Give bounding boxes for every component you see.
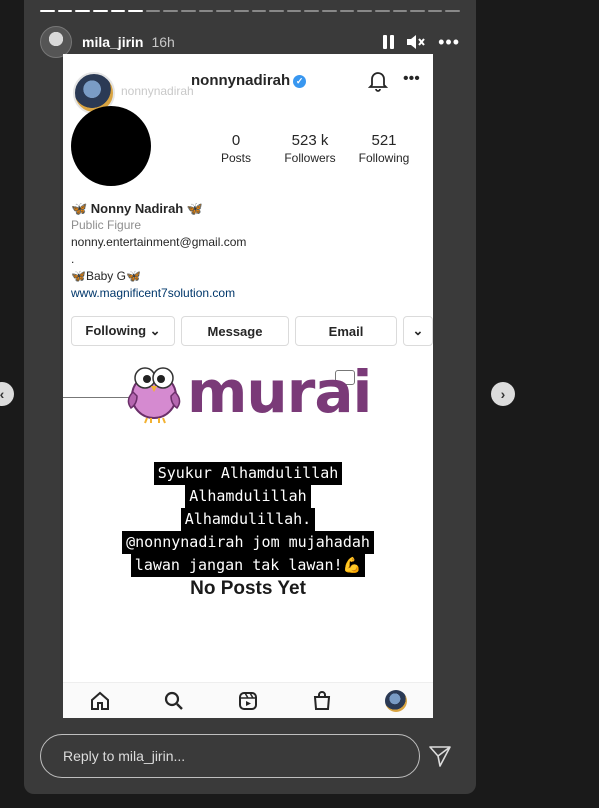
progress-segment (374, 10, 390, 12)
story-caption: Syukur Alhamdulillah Alhamdulillah Alham… (63, 462, 433, 577)
caption-line: Alhamdulillah (185, 485, 311, 508)
profile-stats: 0 Posts 523 k Followers 521 Following (199, 132, 421, 165)
profile-bio: 🦋 Nonny Nadirah 🦋 Public Figure nonny.en… (71, 200, 411, 302)
murai-logo: murai (125, 358, 372, 426)
profile-actions: Following ⌄ Message Email ⌄ (71, 316, 433, 346)
home-icon (91, 691, 109, 710)
bell-icon (368, 72, 388, 92)
no-posts-text: No Posts Yet (190, 578, 306, 599)
progress-segment (322, 10, 337, 12)
dropdown-button: ⌄ (403, 316, 433, 346)
reply-bar (40, 734, 420, 778)
bio-baby: 🦋Baby G🦋 (71, 269, 141, 283)
progress-segment (233, 10, 249, 12)
stat-following: 521 Following (358, 132, 410, 165)
ig-profile-name: nonnynadirah ✓ (191, 72, 307, 89)
mute-icon[interactable] (406, 33, 426, 51)
caption-line: @nonnynadirah jom mujahadah (122, 531, 374, 554)
progress-segment (357, 10, 372, 12)
shared-profile-screenshot: nonnynadirah nonnynadirah ✓ ••• 0 Posts 52… (63, 54, 433, 718)
progress-segment (75, 10, 90, 12)
profile-nav-avatar (385, 689, 407, 712)
profile-picture (71, 106, 151, 186)
progress-segment (251, 10, 267, 12)
bio-display-name: 🦋 Nonny Nadirah 🦋 (71, 201, 204, 216)
pause-icon[interactable] (383, 35, 395, 49)
story-viewer: mila_jirin 16h ••• nonnynadirah nonnynad… (24, 0, 476, 794)
progress-segment (128, 10, 143, 12)
progress-segment (427, 10, 443, 12)
shop-icon (313, 690, 331, 710)
progress-segment (57, 10, 73, 12)
progress-segment (410, 10, 425, 12)
reply-input[interactable] (63, 748, 419, 764)
previous-story-arrow[interactable]: ‹ (0, 382, 14, 406)
progress-segment (110, 10, 126, 12)
reels-icon (239, 691, 257, 710)
progress-segment (445, 10, 460, 12)
progress-segment (216, 10, 231, 12)
bio-category: Public Figure (71, 218, 142, 232)
ig-more-icon: ••• (403, 70, 420, 87)
caption-line: Alhamdulillah. (180, 508, 316, 531)
bio-link: www.magnificent7solution.com (71, 286, 236, 300)
stat-followers: 523 k Followers (284, 132, 336, 165)
ig-bottom-nav (63, 682, 433, 718)
progress-segment (198, 10, 214, 12)
progress-segment (163, 10, 178, 12)
progress-segment (392, 10, 408, 12)
stat-posts: 0 Posts (220, 132, 251, 165)
progress-segment (40, 10, 55, 12)
progress-segment (145, 10, 161, 12)
page: ‹ › mila_jirin 16h ••• nonnynadirah nonn… (0, 0, 599, 808)
email-button: Email (295, 316, 397, 346)
progress-segment (286, 10, 302, 12)
story-timestamp: 16h (151, 34, 175, 50)
following-button: Following ⌄ (71, 316, 175, 346)
message-button: Message (181, 316, 289, 346)
bird-mascot-icon (127, 367, 181, 424)
search-icon (164, 691, 183, 710)
story-username[interactable]: mila_jirin (82, 34, 143, 50)
progress-segment (181, 10, 196, 12)
story-controls: ••• (383, 32, 460, 53)
progress-segment (339, 10, 355, 12)
caption-line: lawan jangan tak lawan!💪 (130, 554, 366, 577)
murai-wordmark: murai (187, 358, 372, 426)
ig-topbar: nonnynadirah nonnynadirah ✓ ••• (63, 68, 433, 114)
progress-segment (92, 10, 108, 12)
verified-badge-icon: ✓ (293, 74, 307, 88)
next-story-arrow[interactable]: › (491, 382, 515, 406)
more-options-icon[interactable]: ••• (438, 32, 460, 53)
caption-line: Syukur Alhamdulillah (153, 462, 343, 485)
story-progress-bar (40, 10, 460, 13)
bio-dot: . (71, 252, 75, 266)
ig-ghost-text: nonnynadirah (121, 84, 194, 98)
progress-segment (304, 10, 319, 12)
bio-email: nonny.entertainment@gmail.com (71, 235, 247, 249)
send-icon[interactable] (428, 744, 452, 768)
progress-segment (269, 10, 284, 12)
